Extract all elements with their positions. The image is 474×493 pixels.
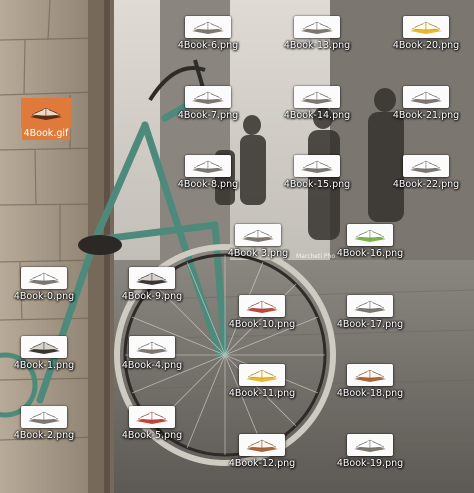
file-name-label: 4Book-21.png xyxy=(392,110,460,121)
book-thumbnail-icon xyxy=(136,341,168,354)
file-name-label: 4Book-17.png xyxy=(336,319,404,330)
file-name-label: 4Book-5.png xyxy=(121,430,183,441)
file-thumbnail xyxy=(403,86,449,108)
book-thumbnail-icon xyxy=(354,439,386,452)
file-name-label: 4Book.gif xyxy=(21,128,71,140)
file-thumbnail xyxy=(239,295,285,317)
desktop-file-icon[interactable]: 4Book-7.png xyxy=(170,84,246,134)
book-thumbnail-icon xyxy=(246,439,278,452)
book-thumbnail-icon xyxy=(192,160,224,173)
desktop-file-icon[interactable]: 4Book-21.png xyxy=(388,84,464,134)
book-thumbnail-icon xyxy=(354,300,386,313)
book-thumbnail-icon xyxy=(242,229,274,242)
file-thumbnail xyxy=(129,406,175,428)
file-name-label: 4Book-9.png xyxy=(121,291,183,302)
file-name-label: 4Book-15.png xyxy=(283,179,351,190)
file-name-label: 4Book-6.png xyxy=(177,40,239,51)
desktop-file-icon[interactable]: 4Book-4.png xyxy=(114,334,190,384)
book-thumbnail-icon xyxy=(192,91,224,104)
file-thumbnail xyxy=(347,434,393,456)
book-thumbnail-icon xyxy=(301,21,333,34)
file-thumbnail xyxy=(294,86,340,108)
book-thumbnail-icon xyxy=(136,411,168,424)
file-thumbnail xyxy=(185,155,231,177)
file-name-label: 4Book-4.png xyxy=(121,360,183,371)
file-name-label: 4Book-19.png xyxy=(336,458,404,469)
file-thumbnail xyxy=(185,86,231,108)
file-thumbnail xyxy=(129,267,175,289)
desktop-file-icon[interactable]: 4Book-14.png xyxy=(279,84,355,134)
desktop-file-icon[interactable]: 4Book-8.png xyxy=(170,153,246,203)
file-name-label: 4Book-8.png xyxy=(177,179,239,190)
desktop-file-icon[interactable]: 4Book-1.png xyxy=(6,334,82,384)
file-thumbnail xyxy=(403,155,449,177)
file-thumbnail xyxy=(347,295,393,317)
book-thumbnail-icon xyxy=(30,107,62,120)
book-thumbnail-icon xyxy=(246,369,278,382)
file-thumbnail xyxy=(294,155,340,177)
desktop-file-icon[interactable]: 4Book-17.png xyxy=(332,293,408,343)
book-thumbnail-icon xyxy=(301,91,333,104)
file-name-label: 4Book-18.png xyxy=(336,388,404,399)
watermark: Marcheti Pho xyxy=(296,253,335,260)
file-thumbnail xyxy=(347,224,393,246)
file-thumbnail xyxy=(347,364,393,386)
book-thumbnail-icon xyxy=(410,91,442,104)
desktop-file-icon[interactable]: 4Book-19.png xyxy=(332,432,408,482)
desktop-file-icon[interactable]: 4Book-15.png xyxy=(279,153,355,203)
book-thumbnail-icon xyxy=(136,272,168,285)
book-thumbnail-icon xyxy=(28,411,60,424)
file-name-label: 4Book-16.png xyxy=(336,248,404,259)
book-thumbnail-icon xyxy=(28,341,60,354)
file-name-label: 4Book-20.png xyxy=(392,40,460,51)
book-thumbnail-icon xyxy=(28,272,60,285)
book-thumbnail-icon xyxy=(246,300,278,313)
desktop-file-icon[interactable]: 4Book-13.png xyxy=(279,14,355,64)
file-name-label: 4Book-7.png xyxy=(177,110,239,121)
book-thumbnail-icon xyxy=(354,229,386,242)
file-thumbnail xyxy=(239,364,285,386)
file-thumbnail xyxy=(294,16,340,38)
file-name-label: 4Book-14.png xyxy=(283,110,351,121)
file-thumbnail xyxy=(129,336,175,358)
file-thumbnail xyxy=(21,267,67,289)
file-name-label: 4Book-12.png xyxy=(228,458,296,469)
file-name-label: 4Book-1.png xyxy=(13,360,75,371)
file-name-label: 4Book-11.png xyxy=(228,388,296,399)
book-thumbnail-icon xyxy=(410,21,442,34)
file-thumbnail xyxy=(21,406,67,428)
desktop-file-icon[interactable]: 4Book-18.png xyxy=(332,362,408,412)
file-thumbnail xyxy=(239,434,285,456)
desktop-file-icon[interactable]: 4Book-2.png xyxy=(6,404,82,454)
desktop-file-icon[interactable]: 4Book-10.png xyxy=(224,293,300,343)
file-name-label: 4Book-10.png xyxy=(228,319,296,330)
file-thumbnail xyxy=(21,336,67,358)
desktop-file-icon[interactable]: 4Book-16.png xyxy=(332,222,408,272)
desktop-file-icon[interactable]: 4Book-11.png xyxy=(224,362,300,412)
desktop-file-icon[interactable]: 4Book-12.png xyxy=(224,432,300,482)
desktop-file-icon[interactable]: 4Book-20.png xyxy=(388,14,464,64)
book-thumbnail-icon xyxy=(354,369,386,382)
desktop-file-icon[interactable]: 4Book-3.png xyxy=(220,222,296,272)
file-thumbnail xyxy=(403,16,449,38)
file-name-label: 4Book-22.png xyxy=(392,179,460,190)
file-thumbnail xyxy=(185,16,231,38)
file-name-label: 4Book-3.png xyxy=(227,248,289,259)
file-name-label: 4Book-13.png xyxy=(283,40,351,51)
book-thumbnail-icon xyxy=(301,160,333,173)
file-thumbnail xyxy=(21,98,71,128)
desktop-file-icon[interactable]: 4Book.gif xyxy=(8,98,84,148)
desktop-file-icon[interactable]: 4Book-6.png xyxy=(170,14,246,64)
desktop-file-icon[interactable]: 4Book-5.png xyxy=(114,404,190,454)
desktop-file-icon[interactable]: 4Book-9.png xyxy=(114,265,190,315)
file-name-label: 4Book-2.png xyxy=(13,430,75,441)
book-thumbnail-icon xyxy=(192,21,224,34)
file-thumbnail xyxy=(235,224,281,246)
desktop-file-icon[interactable]: 4Book-0.png xyxy=(6,265,82,315)
desktop-file-icon[interactable]: 4Book-22.png xyxy=(388,153,464,203)
file-name-label: 4Book-0.png xyxy=(13,291,75,302)
book-thumbnail-icon xyxy=(410,160,442,173)
